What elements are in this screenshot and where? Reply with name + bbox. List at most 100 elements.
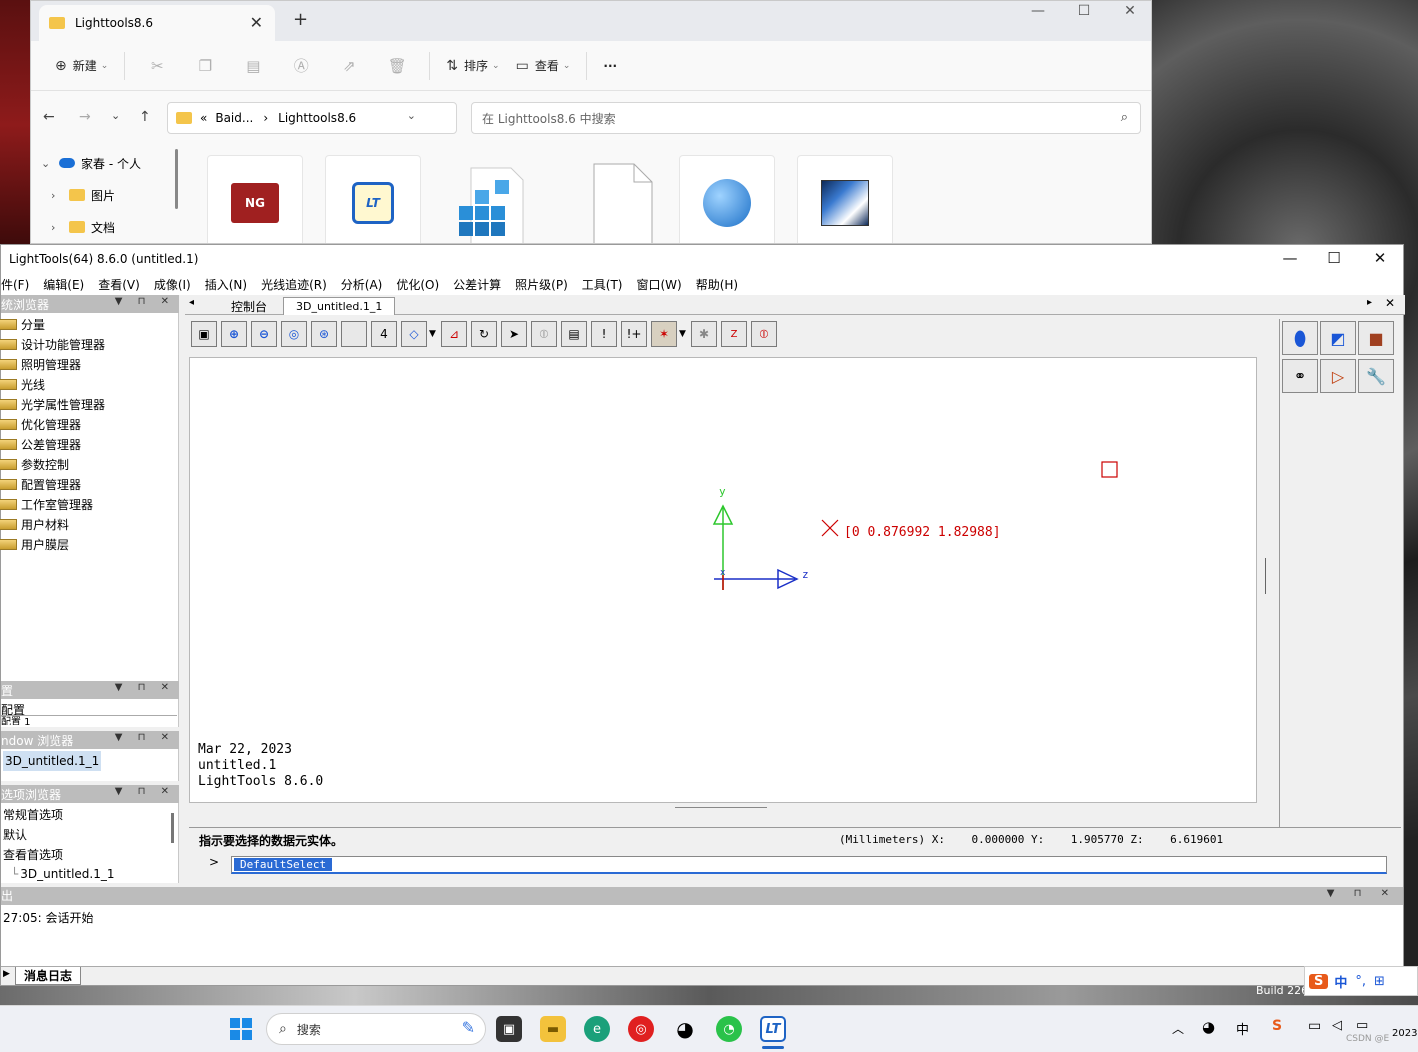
blank-view-icon[interactable] [341, 321, 367, 347]
ime-toolbar[interactable]: S 中 °, ⊞ [1304, 966, 1418, 996]
chevron-right-icon[interactable]: › [51, 221, 69, 234]
browser-item[interactable]: 设计功能管理器 [0, 334, 105, 354]
close-tab-icon[interactable]: ✕ [1385, 296, 1395, 310]
options-item[interactable]: 查看首选项 [3, 844, 63, 864]
nav-item-pictures[interactable]: › 图片 [51, 184, 115, 206]
report-icon[interactable]: ▤ [561, 321, 587, 347]
browser-item[interactable]: 用户膜层 [0, 534, 69, 554]
chevron-down-icon[interactable]: ▼ [679, 329, 686, 339]
menu-raytrace[interactable]: 光线追迹(R) [254, 276, 334, 293]
browser-item[interactable]: 分量 [0, 314, 45, 334]
volume-icon[interactable]: ◁ [1332, 1018, 1342, 1033]
file-explorer-icon[interactable]: ▬ [540, 1016, 566, 1042]
recent-chevron-icon[interactable]: ⌄ [111, 109, 120, 122]
chevron-right-icon[interactable]: › [51, 189, 69, 202]
menu-tolerance[interactable]: 公差计算 [446, 276, 508, 293]
netease-music-icon[interactable]: ◎ [628, 1016, 654, 1042]
maximize-icon[interactable]: ☐ [1061, 3, 1107, 19]
panel-controls[interactable]: ▼ ⊓ ✕ [115, 732, 175, 743]
command-input[interactable]: DefaultSelect [231, 856, 1387, 874]
ime-tray-icon[interactable]: 中 [1236, 1019, 1249, 1038]
menu-optimize[interactable]: 优化(O) [389, 276, 446, 293]
splitter-handle[interactable] [675, 807, 767, 808]
new-button[interactable]: ⊕ 新建 ⌄ [47, 50, 116, 82]
browser-item[interactable]: 照明管理器 [0, 354, 81, 374]
forward-arrow-icon[interactable]: → [79, 109, 91, 125]
nav-item-documents[interactable]: › 文档 [51, 216, 115, 238]
menu-window[interactable]: 窗口(W) [629, 276, 688, 293]
browser-item[interactable]: 用户材料 [0, 514, 69, 534]
address-overflow[interactable]: « [200, 111, 207, 125]
lens-element-icon[interactable]: ⬮ [1282, 321, 1318, 355]
explorer-tab[interactable]: Lighttools8.6 ✕ [39, 5, 275, 41]
viewport-scrollbar[interactable] [1265, 558, 1266, 594]
config-item[interactable]: 配置 1 [1, 715, 177, 725]
ray-lens-icon[interactable]: ▷ [1320, 359, 1356, 393]
zoom-all-icon[interactable]: ⊛ [311, 321, 337, 347]
viewport-canvas[interactable] [190, 358, 1258, 804]
browser-item[interactable]: 优化管理器 [0, 414, 81, 434]
qq-icon[interactable]: ◕ [672, 1016, 698, 1042]
rotate-icon[interactable]: ↻ [471, 321, 497, 347]
command-value[interactable]: DefaultSelect [234, 858, 333, 871]
paste-icon[interactable]: ▤ [229, 57, 277, 75]
edge-browser-icon[interactable]: e [584, 1016, 610, 1042]
chevron-down-icon[interactable]: ⌄ [41, 157, 59, 170]
sogou-tray-icon[interactable]: S [1272, 1018, 1282, 1034]
menu-edit[interactable]: 编辑(E) [36, 276, 91, 293]
battery-icon[interactable]: ▭ [1356, 1018, 1368, 1033]
chart-analysis-icon[interactable]: ◩ [1320, 321, 1356, 355]
ray-fan-icon[interactable]: ✶ [651, 321, 677, 347]
menu-imaging[interactable]: 成像(I) [147, 276, 198, 293]
ime-mode[interactable]: 中 [1334, 972, 1347, 991]
file-tile[interactable]: LT [325, 155, 421, 243]
maximize-icon[interactable]: ☐ [1311, 249, 1357, 267]
zoom-window-icon[interactable]: ◎ [281, 321, 307, 347]
windows-start-icon[interactable] [228, 1016, 254, 1042]
exclamation-plus-icon[interactable]: !+ [621, 321, 647, 347]
close-window-icon[interactable]: ✕ [1107, 3, 1151, 19]
new-tab-icon[interactable]: + [293, 9, 308, 30]
cube-view-icon[interactable]: ◇ [401, 321, 427, 347]
panel-controls[interactable]: ▼ ⊓ ✕ [115, 296, 175, 307]
browser-item[interactable]: 光线 [0, 374, 45, 394]
punctuation-icon[interactable]: °, [1355, 974, 1366, 989]
file-tile[interactable] [575, 155, 671, 243]
tab-console[interactable]: 控制台 [219, 297, 279, 315]
chevron-down-icon[interactable]: ⌄ [407, 109, 416, 122]
nav-scrollbar[interactable] [175, 149, 178, 209]
qq-tray-icon[interactable]: ◕ [1202, 1018, 1215, 1036]
tab-scroll-left-icon[interactable]: ◂ [189, 297, 194, 308]
address-input[interactable]: « Baid... › Lighttools8.6 ⌄ ↻ [167, 102, 482, 134]
panel-controls[interactable]: ▼ ⊓ ✕ [1327, 888, 1397, 899]
tab-scroll-icon[interactable]: ▶ [3, 969, 10, 979]
up-arrow-icon[interactable]: ↑ [139, 109, 151, 125]
four-view-icon[interactable]: 4 [371, 321, 397, 347]
tab-scroll-right-icon[interactable]: ▸ [1367, 297, 1372, 308]
selection-square-icon[interactable] [1101, 461, 1118, 478]
task-view-icon[interactable]: ▣ [496, 1016, 522, 1042]
wrench-icon[interactable]: 🔧 [1358, 359, 1394, 393]
tab-message-log[interactable]: 消息日志 [15, 967, 82, 985]
3d-viewport[interactable]: y z x [0 0.876992 1.82988] Mar 22, 2023 … [189, 357, 1266, 804]
wechat-icon[interactable]: ◔ [716, 1016, 742, 1042]
clock-year[interactable]: 2023 [1392, 1028, 1417, 1039]
nav-item-onedrive[interactable]: ⌄ 家春 - 个人 [41, 152, 141, 174]
tray-overflow-icon[interactable]: ︿ [1172, 1020, 1184, 1037]
view-button[interactable]: ▭ 查看 ⌄ [508, 50, 579, 82]
minimize-icon[interactable]: — [1267, 249, 1313, 267]
rename-icon[interactable]: Ⓐ [277, 55, 325, 76]
zoom-in-icon[interactable]: ⊕ [221, 321, 247, 347]
browser-item[interactable]: 公差管理器 [0, 434, 81, 454]
breadcrumb-item[interactable]: Lighttools8.6 [278, 111, 356, 125]
close-window-icon[interactable]: ✕ [1357, 249, 1403, 267]
copy-icon[interactable]: ❐ [181, 57, 229, 75]
lens-grey-icon[interactable]: ⦶ [531, 321, 557, 347]
more-button[interactable]: ··· [595, 50, 625, 82]
axes-icon[interactable]: ⊿ [441, 321, 467, 347]
taskbar-search[interactable]: ⌕ 搜索 ✎ [266, 1013, 486, 1045]
options-scrollbar[interactable] [171, 813, 174, 843]
browser-item[interactable]: 光学属性管理器 [0, 394, 105, 414]
delete-icon[interactable]: 🗑 [373, 57, 421, 75]
menu-view[interactable]: 查看(V) [91, 276, 147, 293]
